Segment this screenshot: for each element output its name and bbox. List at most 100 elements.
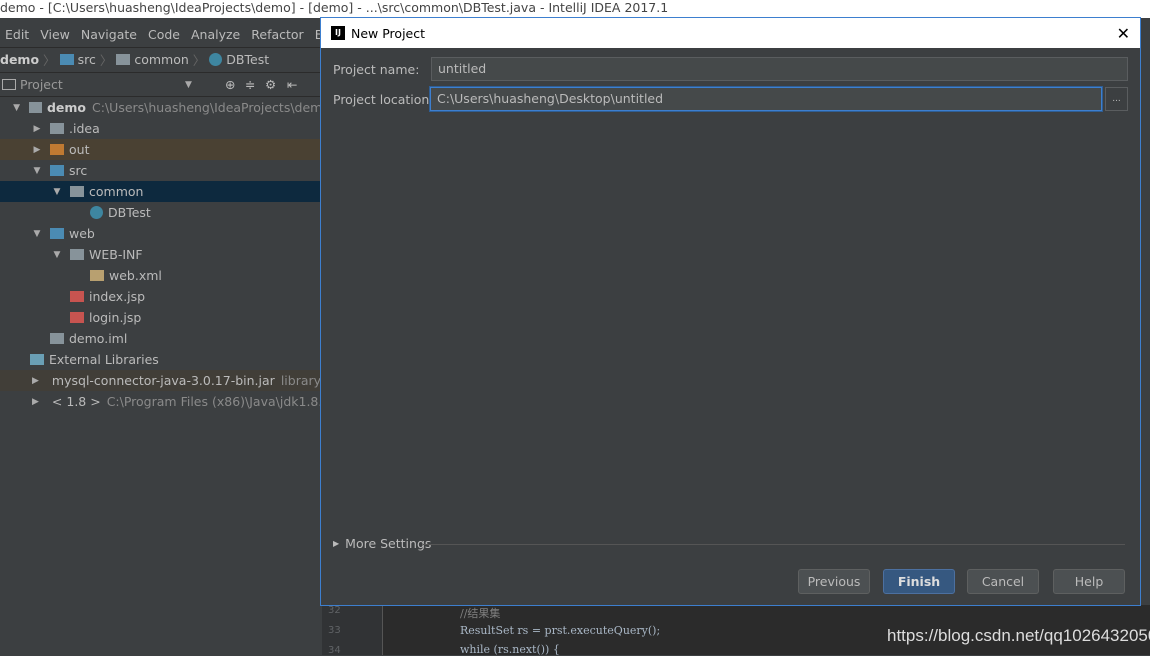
crumb-demo[interactable]: demo <box>0 52 39 67</box>
tree-item-label: common <box>89 184 144 199</box>
collapse-icon[interactable]: ≑ <box>245 77 265 92</box>
menu-view[interactable]: View <box>35 27 76 42</box>
tree-item-label: WEB-INF <box>89 247 143 262</box>
menu-edit[interactable]: Edit <box>0 27 35 42</box>
tree-item-label: index.jsp <box>89 289 146 304</box>
module-icon <box>29 102 42 113</box>
tree-item[interactable]: DBTest <box>0 202 330 223</box>
tree-item[interactable]: ▼ WEB-INF <box>0 244 330 265</box>
tree-item[interactable]: ▼ web <box>0 223 330 244</box>
menu-bar: Edit View Navigate Code Analyze Refactor… <box>0 22 331 46</box>
project-name-label: Project name: <box>333 62 420 77</box>
tree-item[interactable]: web.xml <box>0 265 330 286</box>
project-location-label: Project location: <box>333 92 434 107</box>
tree-item-hint: C:\Program Files (x86)\Java\jdk1.8.0_1 <box>106 394 345 409</box>
hide-icon[interactable]: ⇤ <box>287 77 297 92</box>
crumb-src[interactable]: src <box>78 52 96 67</box>
tree-item[interactable]: demo.iml <box>0 328 330 349</box>
folder-blue-icon <box>50 228 64 239</box>
dialog-title: New Project <box>351 25 426 41</box>
tree-item-label: web.xml <box>109 268 162 283</box>
tree-item[interactable]: ▶ < 1.8 > C:\Program Files (x86)\Java\jdk1… <box>0 391 345 412</box>
tree-item-label: External Libraries <box>49 352 159 367</box>
collapse-arrow-icon[interactable]: ▼ <box>32 166 42 176</box>
code-line-32: //结果集 <box>460 607 501 620</box>
collapse-arrow-icon[interactable]: ▼ <box>12 103 21 113</box>
jsp-icon <box>70 312 84 323</box>
class-icon <box>209 53 223 66</box>
tree-item-label: out <box>69 142 90 157</box>
tree-item[interactable]: External Libraries <box>0 349 330 370</box>
divider <box>423 544 1125 545</box>
folder-orange-icon <box>50 144 64 155</box>
collapse-arrow-icon[interactable]: ▼ <box>52 250 62 260</box>
menu-refactor[interactable]: Refactor <box>246 27 309 42</box>
collapse-arrow-icon[interactable]: ▼ <box>52 187 62 197</box>
window-title: demo - [C:\Users\huasheng\IdeaProjects\d… <box>0 0 1150 18</box>
tree-item-label: DBTest <box>108 205 151 220</box>
close-icon[interactable]: ✕ <box>1117 24 1130 43</box>
folder-blue-icon <box>50 165 64 176</box>
tree-item-label: login.jsp <box>89 310 142 325</box>
tree-item[interactable]: ▶ out <box>0 139 330 160</box>
expand-arrow-icon[interactable]: ▶ <box>32 397 39 407</box>
project-icon <box>2 79 16 90</box>
tree-item-label: .idea <box>69 121 100 136</box>
project-name-input[interactable]: untitled <box>431 57 1128 81</box>
new-project-dialog: IJ New Project ✕ Project name: untitled … <box>320 17 1141 606</box>
tree-item-label: demo.iml <box>69 331 128 346</box>
xml-icon <box>90 270 104 281</box>
expand-arrow-icon[interactable]: ▶ <box>32 145 42 155</box>
finish-button[interactable]: Finish <box>883 569 955 594</box>
locate-icon[interactable]: ⊕ <box>225 77 245 92</box>
project-toolbar: Project ▼ ⊕ ≑ ⚙ ⇤ <box>0 72 330 97</box>
code-line-33: ResultSet rs = prst.executeQuery(); <box>460 624 661 637</box>
file-icon <box>50 333 64 344</box>
tree-item[interactable]: ▼ demo C:\Users\huasheng\IdeaProjects\demo <box>0 97 330 118</box>
tree-item[interactable]: ▼ common <box>0 181 330 202</box>
expand-arrow-icon: ▶ <box>333 539 340 548</box>
expand-arrow-icon[interactable]: ▶ <box>32 376 39 386</box>
class-icon <box>90 206 103 219</box>
tree-item[interactable]: ▶ mysql-connector-java-3.0.17-bin.jar libr… <box>0 370 345 391</box>
crumb-common[interactable]: common <box>134 52 188 67</box>
tree-item-label: < 1.8 > <box>51 394 101 409</box>
breadcrumb: demo 〉 src 〉 common 〉 DBTest <box>0 47 330 71</box>
gutter-num-33: 33 <box>328 625 341 636</box>
help-button[interactable]: Help <box>1053 569 1125 594</box>
gear-icon[interactable]: ⚙ <box>265 77 287 92</box>
dropdown-icon[interactable]: ▼ <box>185 80 225 90</box>
tree-item-hint: C:\Users\huasheng\IdeaProjects\demo <box>92 100 330 115</box>
dialog-header: IJ New Project ✕ <box>321 18 1140 48</box>
browse-button[interactable]: ... <box>1105 87 1128 111</box>
libs-icon <box>30 354 44 365</box>
tree-item[interactable]: ▶ .idea <box>0 118 330 139</box>
tree-item-label: demo <box>46 100 87 115</box>
crumb-dbtest[interactable]: DBTest <box>226 52 269 67</box>
menu-code[interactable]: Code <box>143 27 186 42</box>
tree-item-label: src <box>69 163 88 178</box>
folder-icon <box>59 54 74 65</box>
jsp-icon <box>70 291 84 302</box>
menu-analyze[interactable]: Analyze <box>186 27 246 42</box>
gutter-line <box>382 605 383 655</box>
project-location-input[interactable]: C:\Users\huasheng\Desktop\untitled <box>430 87 1102 111</box>
package-icon <box>70 186 84 197</box>
expand-arrow-icon[interactable]: ▶ <box>32 124 42 134</box>
tree-item[interactable]: login.jsp <box>0 307 330 328</box>
folder-icon <box>50 123 64 134</box>
previous-button[interactable]: Previous <box>798 569 870 594</box>
cancel-button[interactable]: Cancel <box>967 569 1039 594</box>
tree-item[interactable]: index.jsp <box>0 286 330 307</box>
tree-item-label: mysql-connector-java-3.0.17-bin.jar <box>51 373 275 388</box>
more-settings-label: More Settings <box>345 536 432 551</box>
intellij-logo-icon: IJ <box>331 26 345 40</box>
collapse-arrow-icon[interactable]: ▼ <box>32 229 42 239</box>
watermark: https://blog.csdn.net/qq1026432050 <box>887 626 1150 645</box>
menu-navigate[interactable]: Navigate <box>76 27 143 42</box>
tree-item[interactable]: ▼ src <box>0 160 330 181</box>
tree-item-label: web <box>69 226 95 241</box>
gutter-num-32: 32 <box>328 605 341 616</box>
project-view-selector[interactable]: Project <box>20 77 185 92</box>
more-settings-toggle[interactable]: ▶ More Settings <box>333 536 431 551</box>
